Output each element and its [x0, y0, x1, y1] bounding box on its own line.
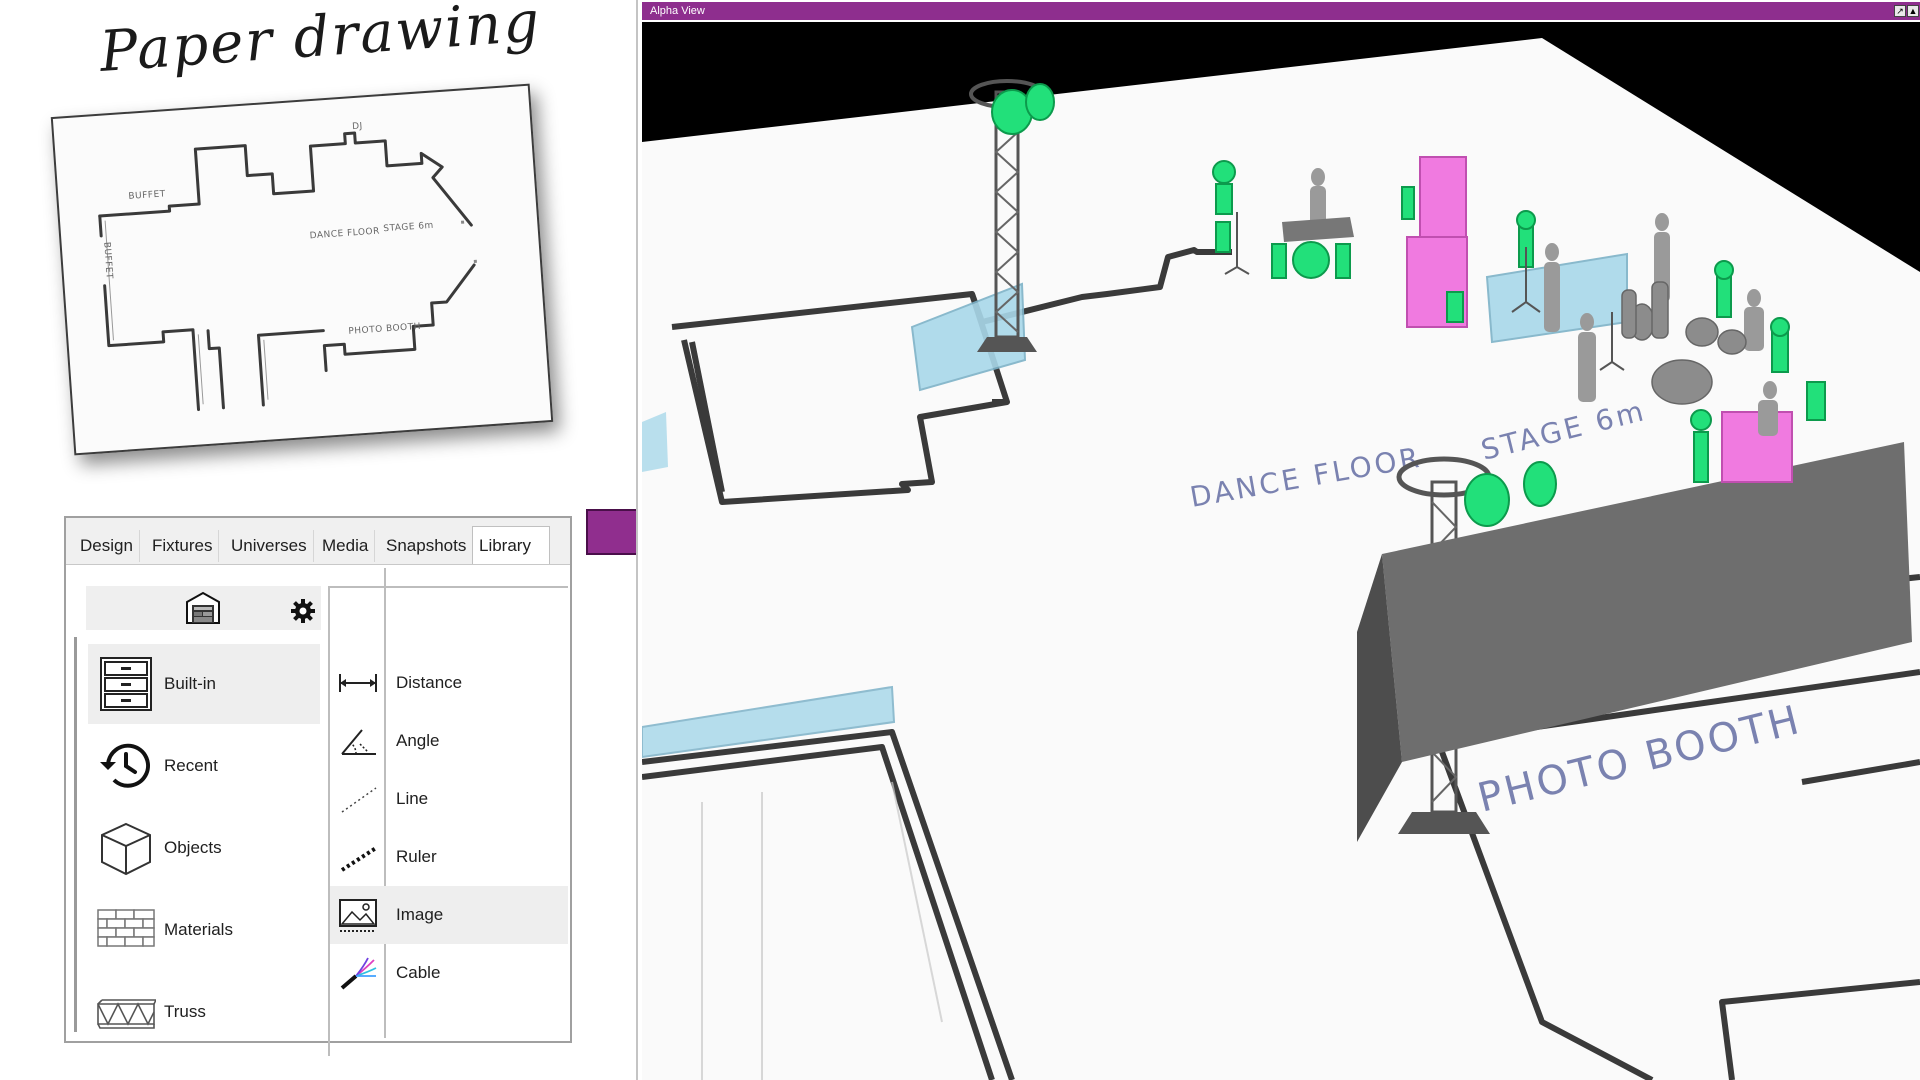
tab-design[interactable]: Design — [74, 530, 140, 562]
library-item-label: Built-in — [164, 674, 216, 693]
dotted-line-icon — [341, 787, 377, 813]
tab-media[interactable]: Media — [316, 530, 376, 562]
maximize-button[interactable]: ▲ — [1907, 5, 1919, 17]
sketch-label-dj: DJ — [351, 121, 364, 133]
library-item-built-in[interactable]: Built-in — [88, 644, 320, 724]
category-list-divider — [74, 637, 77, 1032]
brick-wall-icon — [97, 909, 155, 947]
library-item-recent[interactable]: Recent — [88, 726, 320, 806]
cube-icon — [101, 822, 151, 876]
library-item-label: Truss — [164, 1002, 206, 1021]
tool-label: Cable — [396, 963, 441, 982]
tool-label: Image — [396, 905, 444, 924]
truss-icon — [97, 999, 156, 1029]
sketch-floorplan — [98, 131, 477, 412]
image-icon — [339, 899, 377, 932]
tool-label: Ruler — [396, 847, 437, 866]
library-item-label: Objects — [164, 838, 222, 857]
alpha-view-window: Alpha View ↗ ▲ DANCE FLOOR STAGE 6m PHOT… — [636, 0, 1920, 1080]
cable-icon — [340, 957, 377, 990]
panel-tab-bar: Design Fixtures Universes Media Snapshot… — [66, 518, 570, 565]
tool-ruler[interactable]: Ruler — [330, 828, 568, 886]
blue-table-edge — [642, 412, 668, 472]
library-item-label: Materials — [164, 920, 233, 939]
warehouse-icon[interactable] — [184, 590, 222, 626]
tool-distance[interactable]: Distance — [330, 654, 568, 712]
library-panel: Design Fixtures Universes Media Snapshot… — [64, 516, 572, 1056]
tab-snapshots[interactable]: Snapshots — [380, 530, 474, 562]
tool-label: Line — [396, 789, 429, 808]
ruler-icon — [340, 846, 378, 872]
tool-label: Distance — [396, 673, 463, 692]
tool-label: Angle — [396, 731, 440, 750]
pink-speaker-stack-right — [1721, 411, 1793, 483]
alpha-view-titlebar: Alpha View ↗ ▲ — [642, 2, 1920, 20]
tool-line[interactable]: Line — [330, 770, 568, 828]
library-toolbar — [86, 586, 321, 630]
tab-fixtures[interactable]: Fixtures — [146, 530, 220, 562]
library-tools-column: Distance Angle Line Ruler Image Cable — [328, 586, 568, 1056]
drawer-cabinet-icon — [100, 657, 152, 711]
undock-button[interactable]: ↗ — [1894, 5, 1906, 17]
tool-angle[interactable]: Angle — [330, 712, 568, 770]
library-item-label: Recent — [164, 756, 218, 775]
paper-sketch: BUFFET BUFFET DJ DANCE FLOOR STAGE 6m PH… — [50, 83, 554, 456]
tab-library[interactable]: Library — [472, 526, 550, 564]
gear-icon[interactable] — [290, 598, 316, 624]
distance-icon — [339, 674, 377, 692]
history-clock-icon — [100, 743, 150, 788]
alpha-view-title: Alpha View — [650, 5, 705, 17]
angle-icon — [341, 729, 376, 755]
tool-cable[interactable]: Cable — [330, 944, 568, 1002]
paper-drawing-title: Paper drawing — [97, 0, 544, 85]
library-item-materials[interactable]: Materials — [88, 890, 320, 970]
library-item-objects[interactable]: Objects — [88, 808, 320, 888]
library-item-truss[interactable]: Truss — [88, 972, 320, 1052]
3d-scene[interactable]: DANCE FLOOR STAGE 6m PHOTO BOOTH — [642, 22, 1920, 1080]
tab-universes[interactable]: Universes — [225, 530, 314, 562]
tool-image[interactable]: Image — [330, 886, 568, 944]
